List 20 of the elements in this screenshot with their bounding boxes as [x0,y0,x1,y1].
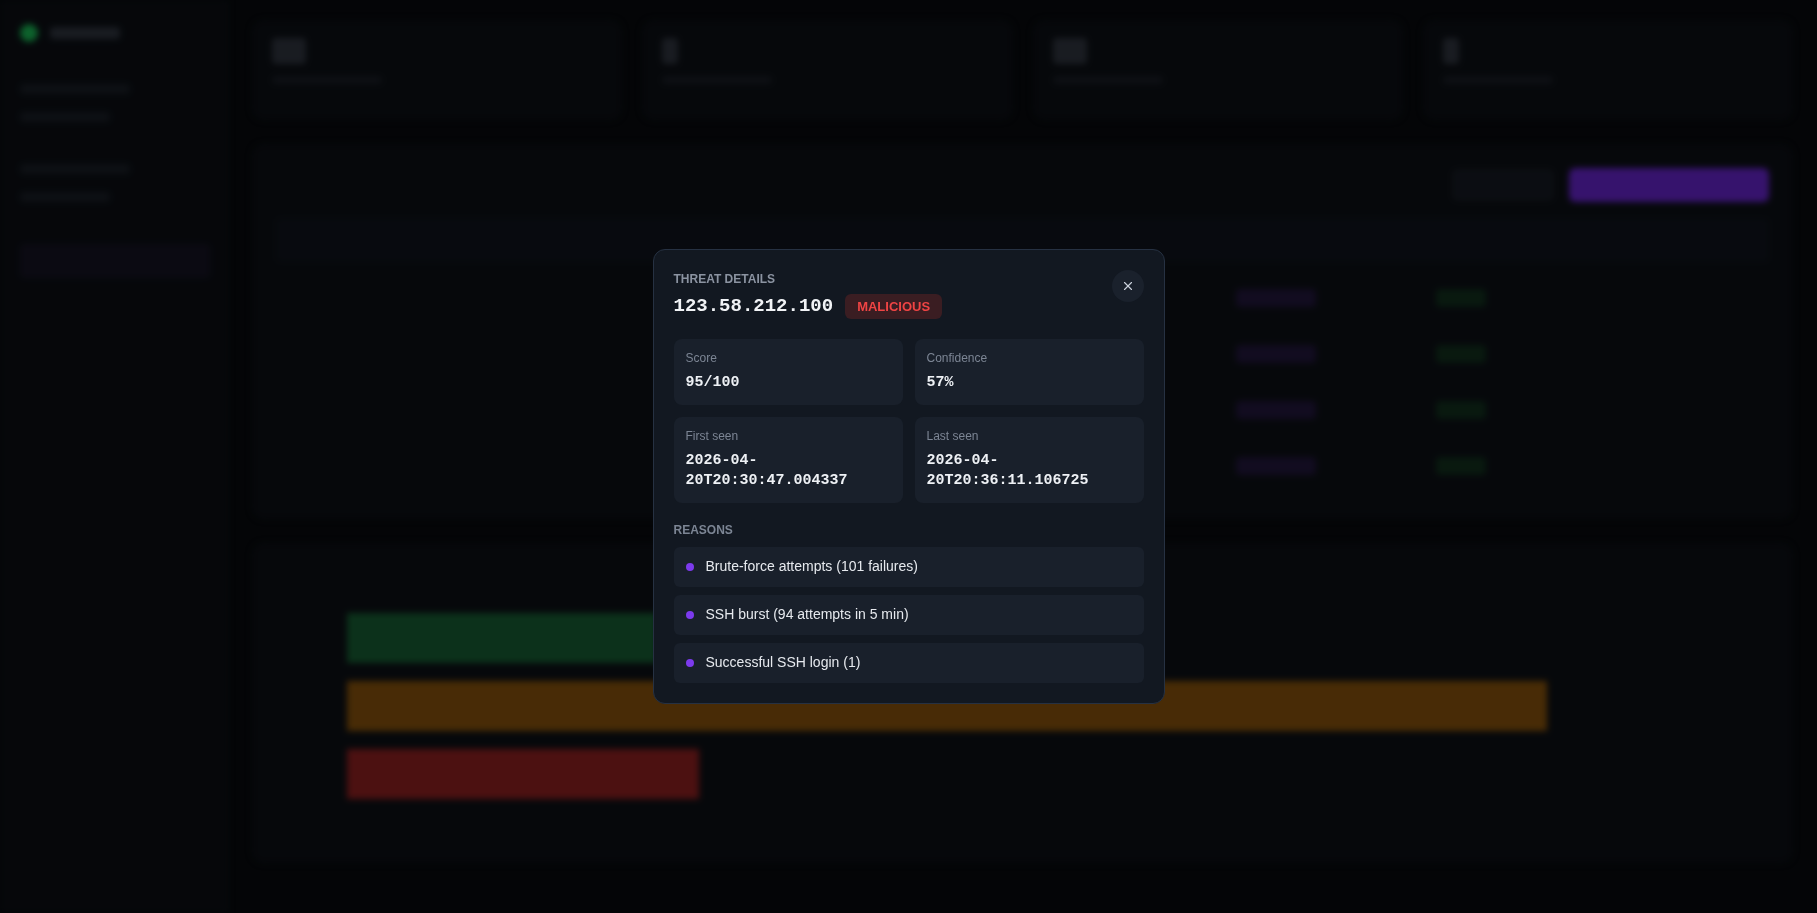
reason-text: SSH burst (94 attempts in 5 min) [705,605,909,624]
reason-text: Brute-force attempts (101 failures) [705,557,918,576]
close-button[interactable] [1111,270,1144,302]
metric-value: 2026-04-20T20:36:11.106725 [926,450,1090,491]
metric-label: Score [685,349,718,367]
bullet-icon [685,610,694,619]
metric-value: 57% [926,372,955,393]
metric-label: Last seen [926,427,980,445]
verdict-badge: MALICIOUS [845,293,943,319]
metric-label: First seen [685,427,740,445]
reason-text: Successful SSH login (1) [705,653,861,672]
dialog-heading: THREAT DETAILS [673,271,777,288]
bullet-icon [685,562,694,571]
reasons-heading: REASONS [673,521,734,539]
logo-icon [20,24,38,42]
ip-address: 123.58.212.100 [673,294,834,319]
metric-value: 2026-04-20T20:30:47.004337 [685,450,849,491]
bullet-icon [685,658,694,667]
metric-value: 95/100 [685,372,741,393]
metric-label: Confidence [926,349,989,367]
